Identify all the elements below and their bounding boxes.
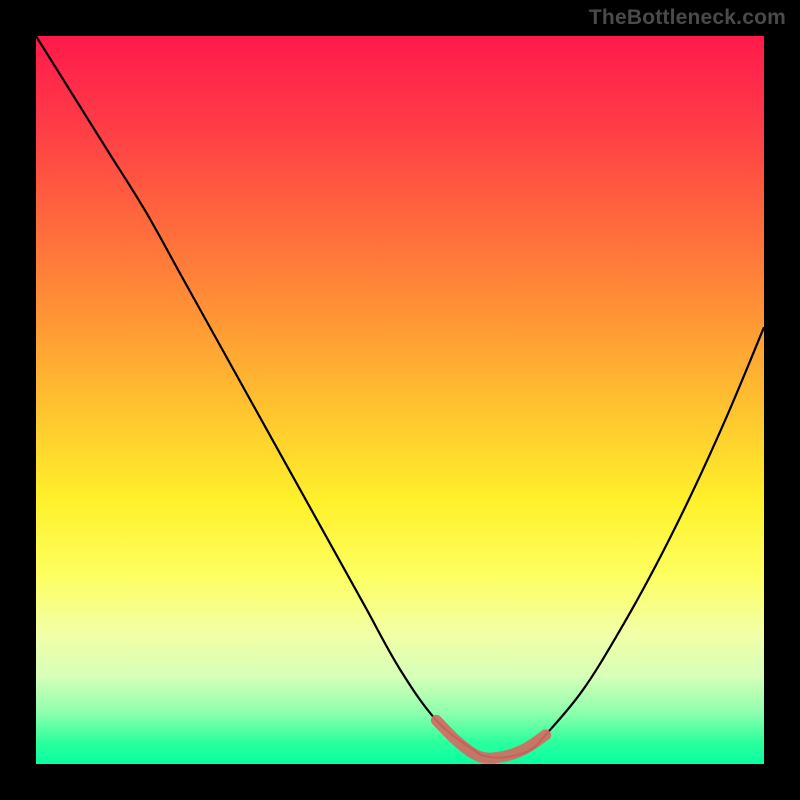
- watermark-label: TheBottleneck.com: [589, 6, 786, 30]
- bottleneck-curve-line: [36, 36, 764, 758]
- chart-overlay-svg: [36, 36, 764, 764]
- optimal-range-highlight: [436, 720, 545, 758]
